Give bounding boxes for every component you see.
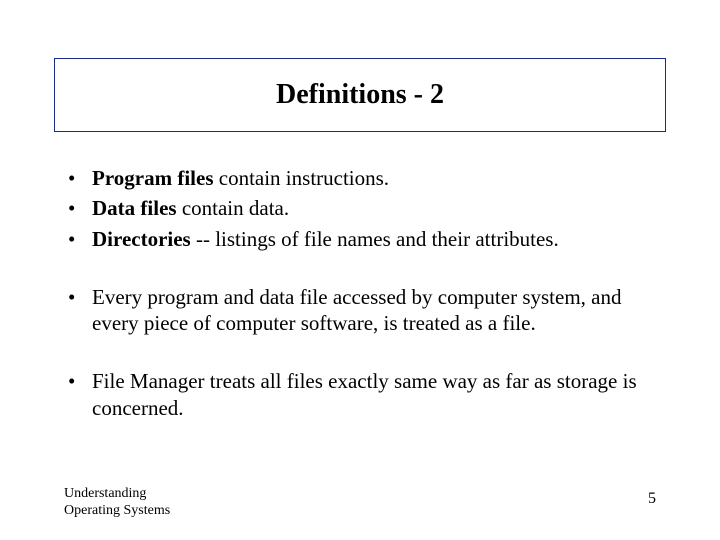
bullet-bold: Directories — [92, 227, 191, 251]
spacer — [64, 340, 664, 368]
bullet-bold: Program files — [92, 166, 214, 190]
bullet-text: contain instructions. — [214, 166, 390, 190]
bullet-bold: Data files — [92, 196, 177, 220]
bullet-text: -- listings of file names and their attr… — [191, 227, 559, 251]
slide: Definitions - 2 Program files contain in… — [0, 0, 720, 540]
bullet-text: Every program and data file accessed by … — [92, 285, 621, 335]
bullet-text: File Manager treats all files exactly sa… — [92, 369, 637, 419]
footer-line: Operating Systems — [64, 503, 170, 520]
bullet-list: Every program and data file accessed by … — [64, 284, 664, 337]
footer-line: Understanding — [64, 486, 170, 503]
slide-body: Program files contain instructions. Data… — [64, 165, 664, 425]
bullet-list: File Manager treats all files exactly sa… — [64, 368, 664, 421]
page-number: 5 — [648, 490, 656, 508]
footer-text: Understanding Operating Systems — [64, 486, 170, 520]
bullet-text: contain data. — [177, 196, 290, 220]
slide-title: Definitions - 2 — [276, 79, 444, 111]
list-item: File Manager treats all files exactly sa… — [64, 368, 664, 421]
list-item: Every program and data file accessed by … — [64, 284, 664, 337]
spacer — [64, 256, 664, 284]
title-box: Definitions - 2 — [54, 58, 666, 132]
list-item: Directories -- listings of file names an… — [64, 226, 664, 252]
bullet-list: Program files contain instructions. Data… — [64, 165, 664, 252]
list-item: Program files contain instructions. — [64, 165, 664, 191]
list-item: Data files contain data. — [64, 195, 664, 221]
